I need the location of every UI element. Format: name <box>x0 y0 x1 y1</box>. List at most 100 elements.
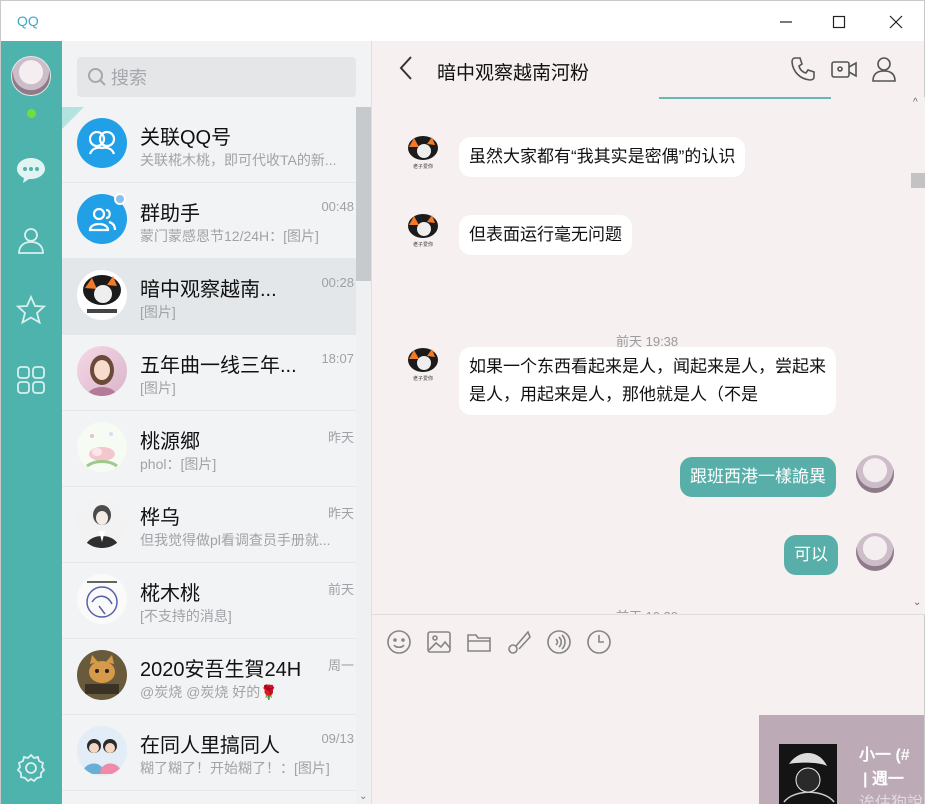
avatar-caption: 老子爱你 <box>413 375 433 382</box>
messages-nav[interactable] <box>14 153 48 187</box>
scroll-up-arrow-icon[interactable]: ^ <box>913 97 918 108</box>
conversation-item[interactable]: 椛木桃 前天 [不支持的消息] <box>62 563 356 639</box>
conversation-time: 00:28 <box>321 275 354 290</box>
linked-qq-avatar <box>77 118 127 168</box>
conversation-name: 暗中观察越南... <box>140 279 277 301</box>
sketch-avatar <box>77 574 127 624</box>
qq-window: QQ 搜索 关联QQ号 关联椛木桃，即可代收TA的新... 群助手 00:48 … <box>0 0 925 804</box>
portrait-image <box>87 355 117 396</box>
conversation-name: 2020安吾生賀24H <box>140 659 302 681</box>
back-arrow-icon <box>399 56 412 80</box>
conversation-time: 00:48 <box>321 199 354 214</box>
list-scrollbar[interactable]: ⌄ <box>356 107 371 804</box>
conversation-preview: [图片] <box>140 304 176 320</box>
meme-face-image <box>83 275 121 313</box>
conversation-preview: phol：[图片] <box>140 456 217 472</box>
chat-bubble-icon <box>17 158 45 183</box>
couple-avatar <box>77 726 127 776</box>
link-icon <box>88 130 116 155</box>
image-button[interactable] <box>426 629 452 655</box>
person-icon <box>872 57 896 82</box>
chat-panel: 暗中观察越南河粉 老子爱你 虽然大家都有“我其实是密偶”的认识 老子爱你 但表面… <box>371 41 925 804</box>
notification-image <box>779 744 837 804</box>
scroll-down-arrow-icon[interactable]: ⌄ <box>913 597 921 608</box>
profile-button[interactable] <box>870 55 898 83</box>
close-button[interactable] <box>881 9 911 35</box>
conversation-name: 在同人里搞同人 <box>140 735 280 757</box>
conversation-item[interactable]: 桃源郷 昨天 phol：[图片] <box>62 411 356 487</box>
minimize-button[interactable] <box>771 9 801 35</box>
conversation-item[interactable]: 群助手 00:48 蒙门蒙感恩节12/24H：[图片] <box>62 183 356 259</box>
message-bubble[interactable]: 虽然大家都有“我其实是密偶”的认识 <box>459 137 746 177</box>
search-placeholder: 搜索 <box>111 68 147 88</box>
input-divider <box>372 614 925 615</box>
contacts-nav[interactable] <box>14 223 48 257</box>
conversation-item[interactable]: 在同人里搞同人 09/13 糊了糊了！开始糊了！：[图片] <box>62 715 356 791</box>
history-button[interactable] <box>586 629 612 655</box>
my-avatar[interactable] <box>11 56 51 96</box>
search-input[interactable]: 搜索 <box>77 57 356 97</box>
conversation-preview: @炭烧 @炭烧 好的🌹 <box>140 684 278 700</box>
flower-image <box>86 432 118 468</box>
conversation-time: 昨天 <box>327 430 354 445</box>
apps-grid-icon <box>17 366 45 394</box>
dark-artwork-image <box>779 744 837 804</box>
video-call-button[interactable] <box>830 55 858 83</box>
conversation-preview: 糊了糊了！开始糊了！：[图片] <box>140 760 330 776</box>
apps-nav[interactable] <box>14 363 48 397</box>
message-area[interactable]: 老子爱你 虽然大家都有“我其实是密偶”的认识 老子爱你 但表面运行毫无问题 前天… <box>372 97 909 614</box>
chat-scrollbar[interactable]: ^ ⌄ <box>909 97 925 614</box>
sketch-image <box>86 581 118 618</box>
my-message-bubble[interactable]: 跟班西港一樣詭異 <box>680 457 836 497</box>
file-button[interactable] <box>466 629 492 655</box>
conversation-item-active[interactable]: 暗中观察越南... 00:28 [图片] <box>62 259 356 335</box>
suit-avatar <box>77 498 127 548</box>
cat-avatar <box>77 650 127 700</box>
scroll-down-arrow-icon[interactable]: ⌄ <box>359 791 367 802</box>
unread-dot <box>114 193 126 205</box>
conversation-item[interactable]: 五年曲一线三年... 18:07 [图片] <box>62 335 356 411</box>
voice-message-button[interactable] <box>546 629 572 655</box>
my-avatar-small[interactable] <box>856 455 894 493</box>
favorites-nav[interactable] <box>14 293 48 327</box>
voice-call-button[interactable] <box>789 55 817 83</box>
screenshot-button[interactable] <box>506 629 532 655</box>
conversation-time: 09/13 <box>321 731 354 746</box>
title-bar[interactable]: QQ <box>1 1 924 41</box>
search-icon <box>88 68 106 86</box>
maximize-button[interactable] <box>824 9 854 35</box>
group-icon <box>88 207 117 232</box>
couple-image <box>82 739 122 774</box>
my-message-bubble[interactable]: 可以 <box>784 535 838 575</box>
conversation-time: 前天 <box>327 582 354 597</box>
contacts-icon <box>18 228 44 254</box>
conversation-item[interactable]: 关联QQ号 关联椛木桃，即可代收TA的新... <box>62 107 356 183</box>
online-status-dot <box>27 109 36 118</box>
conversation-time: 18:07 <box>321 351 354 366</box>
back-button[interactable] <box>398 55 416 86</box>
settings-nav[interactable] <box>14 751 48 785</box>
suit-man-image <box>85 505 119 548</box>
sender-avatar[interactable]: 老子爱你 <box>404 133 442 171</box>
minimize-icon <box>780 21 792 23</box>
chat-title: 暗中观察越南河粉 <box>437 63 590 84</box>
message-bubble[interactable]: 如果一个东西看起来是人，闻起来是人，尝起来 是人，用起来是人，那他就是人（不是 <box>459 347 836 415</box>
emoji-icon <box>387 630 411 654</box>
conversation-list: 搜索 关联QQ号 关联椛木桃，即可代收TA的新... 群助手 00:48 蒙门蒙… <box>62 41 371 804</box>
sender-avatar[interactable]: 老子爱你 <box>404 345 442 383</box>
sender-avatar[interactable]: 老子爱你 <box>404 211 442 249</box>
list-scroll-thumb[interactable] <box>356 107 371 281</box>
conversation-name: 群助手 <box>140 203 200 225</box>
message-timestamp: 前天 19:39 <box>616 606 678 614</box>
emoji-button[interactable] <box>386 629 412 655</box>
conversation-item[interactable]: 2020安吾生賀24H 周一 @炭烧 @炭烧 好的🌹 <box>62 639 356 715</box>
conversation-item[interactable]: 桦乌 昨天 但我觉得做pl看调查员手册就... <box>62 487 356 563</box>
my-avatar-small[interactable] <box>856 533 894 571</box>
notification-line: 诶估狗說 <box>859 795 924 804</box>
conversation-name: 桃源郷 <box>140 431 200 453</box>
notification-popup[interactable]: 小一 (# | 週一 诶估狗說 <box>759 715 924 804</box>
voice-icon <box>547 630 571 654</box>
meme-face-image: 老子爱你 <box>408 136 438 170</box>
chat-scroll-thumb[interactable] <box>911 173 925 188</box>
message-bubble[interactable]: 但表面运行毫无问题 <box>459 215 632 255</box>
